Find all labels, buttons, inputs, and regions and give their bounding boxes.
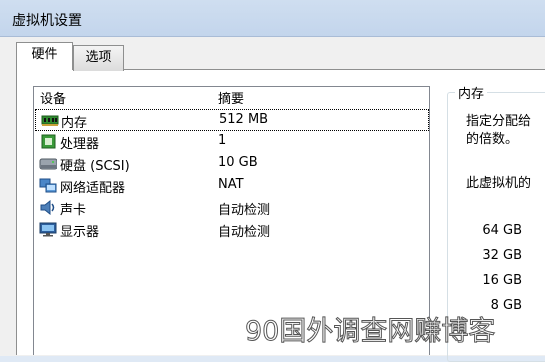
watermark-text: 90国外调查网赚博客 [244, 316, 496, 348]
list-item-network-adapter[interactable]: 网络适配器 NAT [34, 175, 429, 197]
device-name: 处理器 [60, 137, 100, 152]
tab-hardware[interactable]: 硬件 [16, 42, 73, 70]
device-summary: 1 [218, 133, 227, 148]
memory-scale-label: 32 GB [482, 248, 522, 263]
column-header-device[interactable]: 设备 [40, 88, 66, 107]
list-item-sound-card[interactable]: 声卡 自动检测 [34, 197, 429, 219]
window-title: 虚拟机设置 [12, 13, 82, 29]
device-name: 网络适配器 [60, 181, 126, 196]
list-item-display[interactable]: 显示器 自动检测 [34, 219, 429, 241]
device-summary: 10 GB [218, 155, 258, 170]
tab-options[interactable]: 选项 [73, 45, 124, 71]
memory-group-title: 内存 [455, 83, 488, 102]
list-item-processor[interactable]: 处理器 1 [34, 131, 429, 153]
device-summary: 512 MB [219, 112, 269, 127]
device-summary: 自动检测 [218, 225, 271, 240]
hard-disk-icon [39, 158, 57, 170]
title-bar[interactable]: 虚拟机设置 [0, 0, 545, 36]
device-name: 声卡 [60, 203, 87, 218]
memory-description-line3: 此虚拟机的 [466, 176, 532, 191]
list-item-memory[interactable]: 内存 512 MB [35, 109, 429, 131]
column-header-summary[interactable]: 摘要 [218, 88, 244, 107]
memory-icon [41, 115, 59, 126]
device-summary: 自动检测 [218, 203, 271, 218]
network-adapter-icon [39, 178, 57, 193]
monitor-icon [39, 222, 57, 237]
device-name: 内存 [61, 116, 88, 131]
device-name: 显示器 [60, 225, 100, 240]
device-summary: NAT [218, 177, 244, 192]
speaker-icon [40, 200, 55, 215]
device-name: 硬盘 (SCSI) [60, 159, 130, 174]
list-header: 设备 摘要 [34, 87, 429, 107]
memory-scale-label: 16 GB [482, 273, 522, 288]
memory-description-line1: 指定分配给 [466, 114, 532, 129]
memory-description-line2: 的倍数。 [466, 132, 519, 147]
list-item-hard-disk[interactable]: 硬盘 (SCSI) 10 GB [34, 153, 429, 175]
processor-icon [41, 134, 56, 149]
memory-scale-label: 64 GB [482, 223, 522, 238]
